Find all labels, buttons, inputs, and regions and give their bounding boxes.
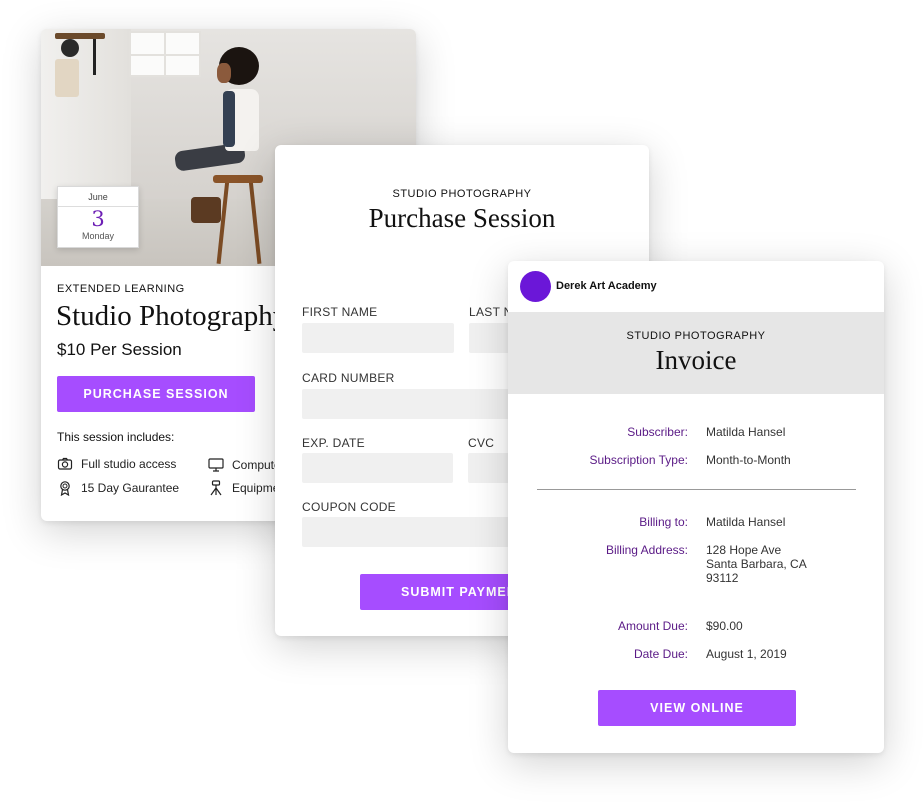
monitor-icon xyxy=(208,458,224,472)
feature-label: 15 Day Gaurantee xyxy=(81,481,180,495)
award-ribbon-icon xyxy=(60,481,70,496)
invoice-divider xyxy=(537,489,856,490)
invoice-header: STUDIO PHOTOGRAPHY Invoice xyxy=(508,312,884,394)
form-title: Purchase Session xyxy=(368,203,556,233)
tripod-icon xyxy=(210,480,222,496)
subscription-type-label: Subscription Type: xyxy=(589,453,688,467)
invoice-card: Derek Art Academy STUDIO PHOTOGRAPHY Inv… xyxy=(508,261,884,753)
camera-icon xyxy=(57,457,73,470)
subscriber-label: Subscriber: xyxy=(627,425,688,439)
purchase-session-button[interactable]: PURCHASE SESSION xyxy=(57,376,255,412)
class-price: $10 Per Session xyxy=(57,340,182,359)
invoice-eyebrow: STUDIO PHOTOGRAPHY xyxy=(626,330,766,342)
coupon-code-label: COUPON CODE xyxy=(302,500,396,514)
feature-item: Computer xyxy=(208,457,285,473)
date-due-value: August 1, 2019 xyxy=(706,647,787,661)
class-title: Studio Photography xyxy=(56,300,288,332)
date-badge: June 3 Monday xyxy=(57,186,139,248)
exp-date-label: EXP. DATE xyxy=(302,436,365,450)
exp-date-input[interactable] xyxy=(302,453,453,483)
amount-due-label: Amount Due: xyxy=(617,619,688,633)
amount-due-value: $90.00 xyxy=(706,619,743,633)
date-month: June xyxy=(88,192,108,202)
feature-item: Full studio access xyxy=(57,456,176,472)
billing-to-value: Matilda Hansel xyxy=(706,515,786,529)
date-due-label: Date Due: xyxy=(633,647,688,661)
feature-item: 15 Day Gaurantee xyxy=(57,480,179,496)
billing-address-value: 128 Hope Ave Santa Barbara, CA 93112 xyxy=(706,543,807,585)
date-weekday: Monday xyxy=(81,231,115,241)
first-name-label: FIRST NAME xyxy=(302,305,378,319)
form-eyebrow: STUDIO PHOTOGRAPHY xyxy=(392,188,532,200)
date-day: 3 xyxy=(91,207,105,231)
academy-logo xyxy=(520,271,551,302)
card-number-label: CARD NUMBER xyxy=(302,371,395,385)
billing-address-label: Billing Address: xyxy=(605,543,688,557)
subscription-type-value: Month-to-Month xyxy=(706,453,791,467)
includes-label: This session includes: xyxy=(57,430,175,444)
cvc-label: CVC xyxy=(468,436,495,450)
invoice-title: Invoice xyxy=(655,345,737,375)
subscriber-value: Matilda Hansel xyxy=(706,425,786,439)
feature-label: Full studio access xyxy=(81,457,177,471)
class-eyebrow: EXTENDED LEARNING xyxy=(57,283,185,295)
academy-name: Derek Art Academy xyxy=(556,280,657,292)
billing-to-label: Billing to: xyxy=(639,515,688,529)
view-online-button[interactable]: VIEW ONLINE xyxy=(598,690,796,726)
first-name-input[interactable] xyxy=(302,323,454,353)
